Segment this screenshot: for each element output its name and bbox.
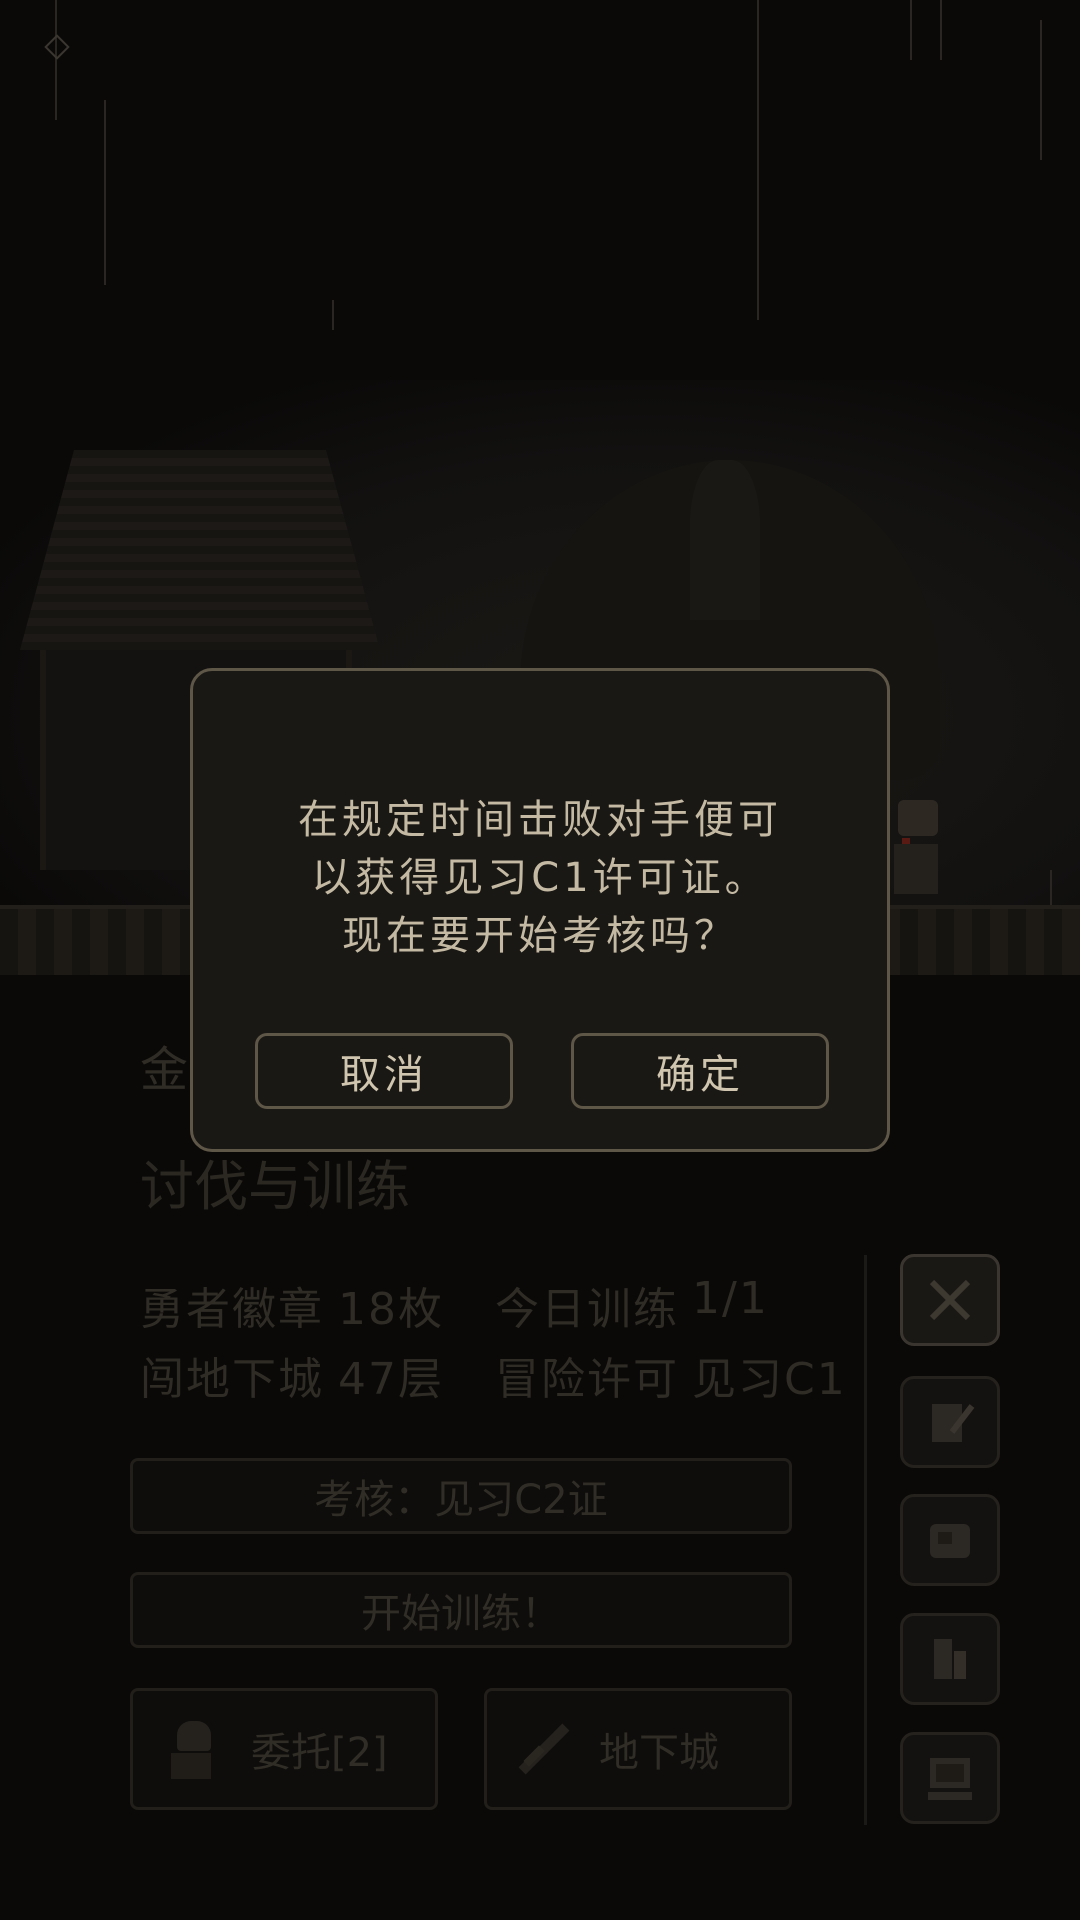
crossed-swords-icon xyxy=(929,1279,971,1321)
stat-training-value: 1/1 xyxy=(692,1273,769,1324)
stat-license-label: 冒险许可 xyxy=(495,1354,679,1405)
rain-streak xyxy=(1040,20,1042,160)
stat-dungeon-value: 47层 xyxy=(338,1354,444,1405)
exam-button[interactable]: 考核：见习C2证 xyxy=(130,1458,792,1534)
dungeon-button[interactable]: 地下城 xyxy=(484,1688,792,1810)
tree-top xyxy=(690,460,760,620)
side-battle-button[interactable] xyxy=(900,1254,1000,1346)
cancel-button[interactable]: 取消 xyxy=(255,1033,513,1109)
rain-streak xyxy=(104,100,106,285)
side-divider xyxy=(864,1255,867,1825)
enemy-head xyxy=(898,800,938,836)
commission-label: 委托[2] xyxy=(251,1730,388,1776)
rain-streak xyxy=(332,300,334,330)
dialog-message-line: 以获得见习C1许可证。 xyxy=(311,855,769,901)
dungeon-label: 地下城 xyxy=(599,1730,719,1776)
commission-button[interactable]: 委托[2] xyxy=(130,1688,438,1810)
dialog-message: 在规定时间击败对手便可 以获得见习C1许可证。 现在要开始考核吗？ xyxy=(193,791,887,965)
confirm-button[interactable]: 确定 xyxy=(571,1033,829,1109)
exam-confirm-dialog: 在规定时间击败对手便可 以获得见习C1许可证。 现在要开始考核吗？ 取消 确定 xyxy=(190,668,890,1152)
side-quest-button[interactable] xyxy=(900,1376,1000,1468)
computer-icon xyxy=(928,1758,972,1800)
sword-icon xyxy=(517,1722,571,1776)
bookshelf-icon xyxy=(934,1639,966,1679)
stat-badge-value: 18枚 xyxy=(338,1284,444,1335)
side-map-button[interactable] xyxy=(900,1494,1000,1586)
house-roof xyxy=(20,450,380,650)
enemy-body xyxy=(894,844,938,894)
quill-paper-icon xyxy=(932,1404,975,1442)
stat-training-label: 今日训练 xyxy=(495,1284,679,1335)
scroll-map-icon xyxy=(930,1524,970,1558)
sparkle-icon xyxy=(44,34,70,60)
stat-badge-label: 勇者徽章 xyxy=(140,1284,324,1335)
stat-dungeon-label: 闯地下城 xyxy=(140,1354,324,1405)
enemy-character xyxy=(890,800,940,895)
rain-streak xyxy=(910,0,912,60)
dialog-message-line: 在规定时间击败对手便可 xyxy=(298,797,782,843)
start-training-button[interactable]: 开始训练！ xyxy=(130,1572,792,1648)
section-label-partial: 金 xyxy=(140,1042,191,1098)
side-library-button[interactable] xyxy=(900,1613,1000,1705)
rain-streak xyxy=(757,0,759,320)
section-title: 讨伐与训练 xyxy=(140,1155,410,1218)
stat-license-value: 见习C1 xyxy=(692,1354,847,1405)
rain-streak xyxy=(940,0,942,60)
dialog-message-line: 现在要开始考核吗？ xyxy=(342,913,738,959)
knight-icon xyxy=(163,1717,223,1781)
side-system-button[interactable] xyxy=(900,1732,1000,1824)
